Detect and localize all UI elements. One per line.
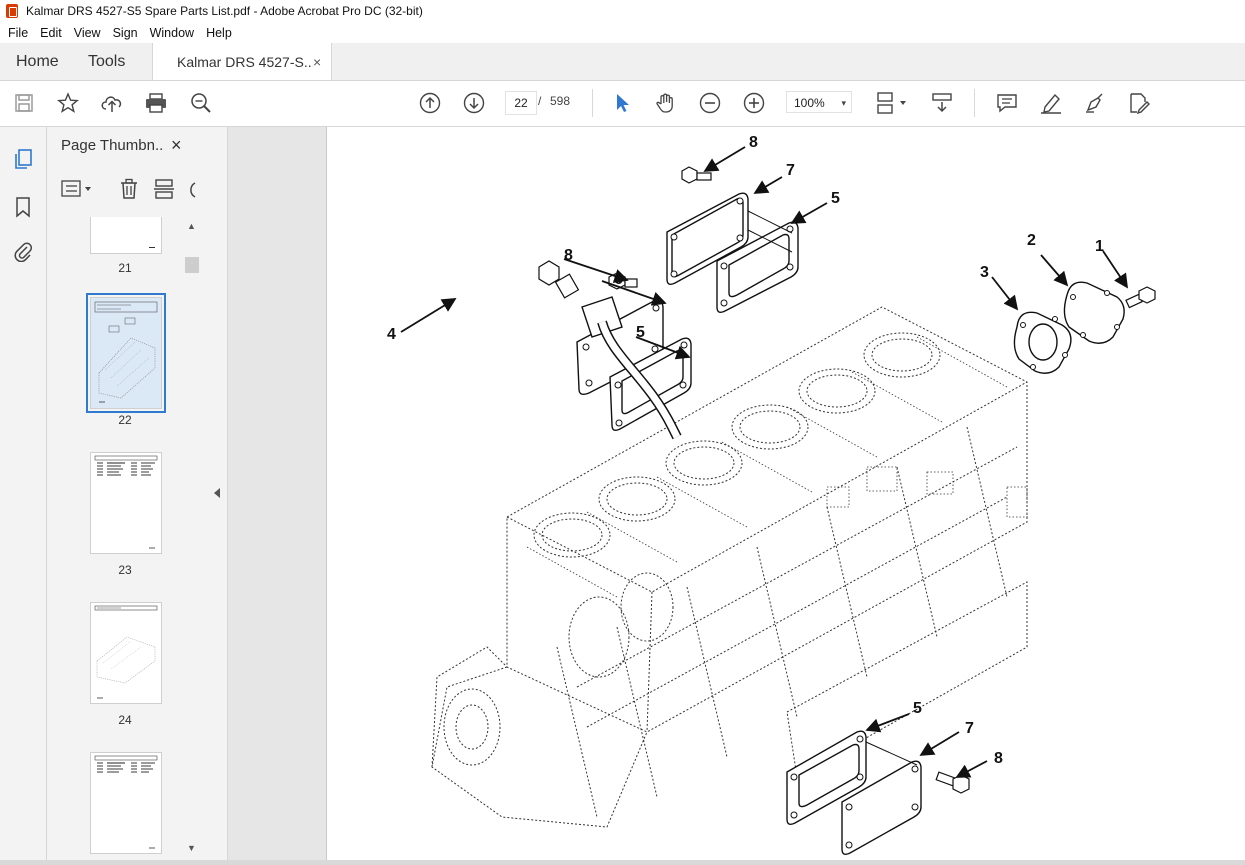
highlight-pen-icon[interactable] [1039,91,1063,115]
previous-page-icon[interactable] [418,91,442,115]
insert-page-icon[interactable] [153,178,175,203]
collapse-panel-icon[interactable] [213,487,221,502]
page-separator: / [538,94,542,108]
delete-page-icon[interactable] [119,178,139,203]
main-toolbar: 22 / 598 100% ▾ [0,81,1245,127]
thumbnail-footer-mark [149,247,155,248]
zoom-value: 100% [794,96,825,110]
menu-view[interactable]: View [68,26,107,40]
thumbnail-label: 22 [118,413,132,427]
attachment-icon[interactable] [11,239,35,263]
zoom-search-icon[interactable] [189,91,213,115]
scroll-down-icon[interactable]: ▼ [187,843,196,853]
acrobat-app-icon [6,4,18,18]
scrollbar-thumb[interactable] [185,257,199,273]
sign-pen-icon[interactable] [1083,91,1107,115]
title-bar: Kalmar DRS 4527-S5 Spare Parts List.pdf … [0,0,1245,22]
callout-5: 5 [636,324,645,341]
options-menu-icon[interactable] [61,179,95,202]
panel-title: Page Thumbn... [61,137,163,154]
document-tab-label: Kalmar DRS 4527-S... [177,53,313,70]
pdf-page[interactable]: 8 7 5 8 6 5 4 3 2 1 5 7 8 [326,127,1245,862]
tab-home[interactable]: Home [16,43,59,80]
left-rail [0,127,47,865]
tab-bar: Home Tools Kalmar DRS 4527-S... × [0,43,1245,81]
edit-document-icon[interactable] [1127,91,1151,115]
close-panel-icon[interactable]: × [171,135,182,156]
zoom-out-icon[interactable] [698,91,722,115]
menu-window[interactable]: Window [144,26,200,40]
menu-file[interactable]: File [0,26,34,40]
callout-5: 5 [831,190,840,207]
close-tab-icon[interactable]: × [313,54,321,70]
chevron-down-icon: ▾ [841,98,846,108]
next-page-icon[interactable] [462,91,486,115]
toolbar-divider [974,89,975,117]
zoom-in-icon[interactable] [742,91,766,115]
document-viewport[interactable]: 8 7 5 8 6 5 4 3 2 1 5 7 8 [228,127,1245,862]
toolbar-divider [592,89,593,117]
thumbnail-page-23[interactable] [90,452,162,554]
callout-1: 1 [1095,238,1104,255]
save-icon[interactable] [12,91,36,115]
scroll-up-icon[interactable]: ▲ [187,221,196,231]
thumbnail-table-preview [94,755,158,849]
thumbnail-drawing [94,301,158,403]
callout-3: 3 [980,264,989,281]
panel-splitter[interactable] [207,127,228,865]
print-icon[interactable] [144,91,168,115]
callout-8: 8 [564,247,573,264]
upload-cloud-icon[interactable] [100,91,124,115]
star-icon[interactable] [56,91,80,115]
zoom-level-select[interactable]: 100% ▾ [786,91,852,113]
thumbnail-drawing [94,605,158,699]
menu-sign[interactable]: Sign [107,26,144,40]
thumbnail-table-preview [94,455,158,549]
tab-tools[interactable]: Tools [88,43,125,80]
thumbnail-page-25[interactable] [90,752,162,854]
menu-help[interactable]: Help [200,26,238,40]
callout-7: 7 [786,162,795,179]
hand-tool-icon[interactable] [654,91,678,115]
thumbnail-label: 21 [118,261,132,275]
callout-6: 6 [614,271,623,288]
callout-5: 5 [913,700,922,717]
thumbnail-label: 23 [118,563,132,577]
comment-icon[interactable] [995,91,1019,115]
thumbnail-page-22[interactable] [86,293,166,413]
page-number-input[interactable]: 22 [505,91,537,115]
callout-7: 7 [965,720,974,737]
select-cursor-icon[interactable] [610,91,634,115]
tab-document[interactable]: Kalmar DRS 4527-S... × [152,43,332,80]
menu-bar: File Edit View Sign Window Help [0,22,1245,43]
callout-8: 8 [994,750,1003,767]
callout-8: 8 [749,134,758,151]
page-fit-icon[interactable] [874,91,910,115]
bottom-scrollbar[interactable] [0,860,1245,865]
page-thumbnails-icon[interactable] [11,147,35,171]
engine-block-exploded-drawing: 8 7 5 8 6 5 4 3 2 1 5 7 8 [387,134,1156,856]
callout-2: 2 [1027,232,1036,249]
menu-edit[interactable]: Edit [34,26,68,40]
thumbnail-scrollbar[interactable]: ▲ ▼ [183,217,201,860]
thumbnail-page-24[interactable] [90,602,162,704]
page-total: 598 [550,94,571,108]
panel-toolbar [59,175,199,203]
thumbnail-page-21[interactable] [90,217,162,254]
callout-4: 4 [387,326,396,343]
thumbnail-label: 24 [118,713,132,727]
rotate-page-icon[interactable] [185,179,197,202]
scroll-mode-icon[interactable] [930,91,954,115]
window-title: Kalmar DRS 4527-S5 Spare Parts List.pdf … [26,4,423,18]
bookmark-icon[interactable] [11,195,35,219]
